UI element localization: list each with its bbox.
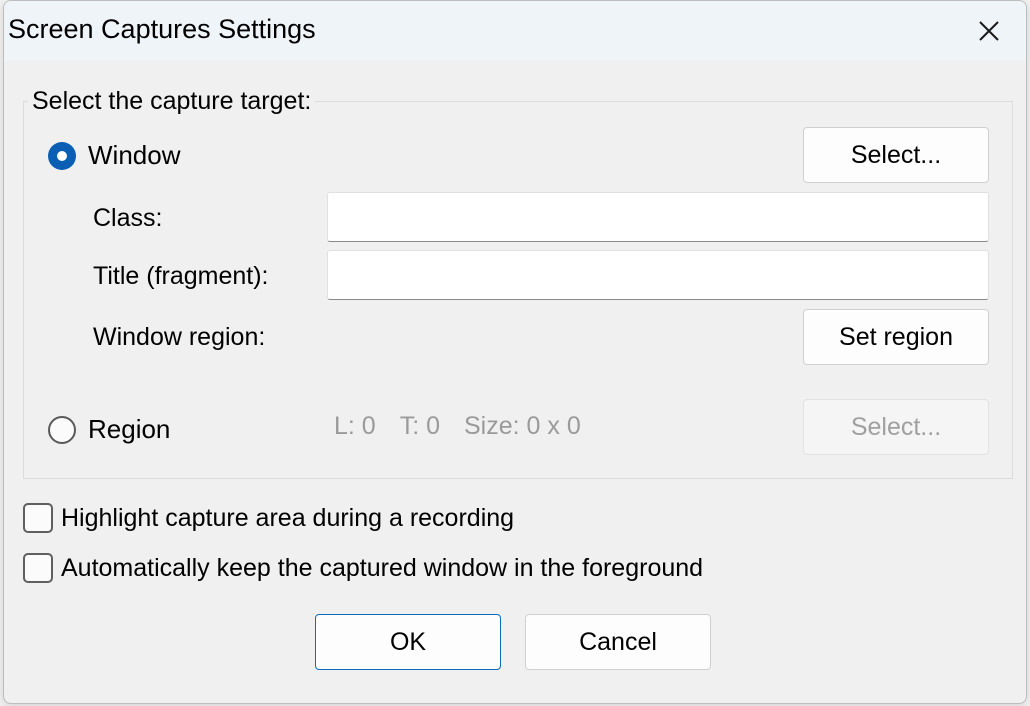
region-radio-option[interactable]: Region bbox=[48, 414, 170, 445]
keep-foreground-checkbox[interactable] bbox=[23, 553, 53, 583]
dialog-title: Screen Captures Settings bbox=[8, 14, 316, 44]
region-size-value: Size: 0 x 0 bbox=[464, 412, 581, 440]
title-fragment-input[interactable] bbox=[327, 250, 989, 300]
region-left-value: L: 0 bbox=[334, 412, 376, 440]
region-top-value: T: 0 bbox=[399, 412, 440, 440]
region-radio[interactable] bbox=[48, 415, 76, 444]
capture-target-caption: Select the capture target: bbox=[28, 87, 316, 116]
region-radio-label: Region bbox=[88, 414, 171, 444]
title-bar: Screen Captures Settings bbox=[4, 1, 1026, 61]
region-select-button[interactable]: Select... bbox=[803, 399, 989, 455]
keep-foreground-label: Automatically keep the captured window i… bbox=[61, 553, 704, 582]
highlight-capture-option[interactable]: Highlight capture area during a recordin… bbox=[23, 503, 514, 533]
title-fragment-label: Title (fragment): bbox=[93, 262, 269, 290]
window-radio-label: Window bbox=[88, 140, 181, 170]
close-button[interactable] bbox=[952, 1, 1026, 61]
cancel-button[interactable]: Cancel bbox=[525, 614, 711, 670]
highlight-capture-label: Highlight capture area during a recordin… bbox=[61, 503, 515, 532]
close-icon bbox=[979, 21, 999, 41]
window-radio-option[interactable]: Window bbox=[48, 140, 180, 171]
window-region-label: Window region: bbox=[93, 323, 266, 351]
set-region-button[interactable]: Set region bbox=[803, 309, 989, 365]
highlight-capture-checkbox[interactable] bbox=[23, 503, 53, 533]
screen-captures-settings-dialog: Screen Captures Settings Select the capt… bbox=[3, 0, 1027, 704]
window-radio[interactable] bbox=[48, 141, 76, 170]
region-info: L: 0 T: 0 Size: 0 x 0 bbox=[334, 412, 581, 441]
class-input[interactable] bbox=[327, 192, 989, 242]
window-select-button[interactable]: Select... bbox=[803, 127, 989, 183]
keep-foreground-option[interactable]: Automatically keep the captured window i… bbox=[23, 553, 703, 583]
class-label: Class: bbox=[93, 204, 163, 232]
ok-button[interactable]: OK bbox=[315, 614, 501, 670]
